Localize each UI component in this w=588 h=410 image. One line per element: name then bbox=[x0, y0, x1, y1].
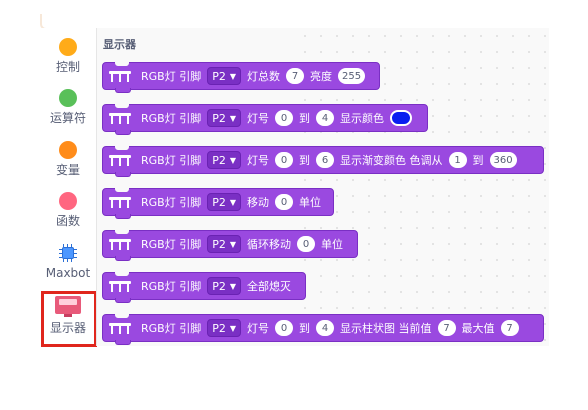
block-label: 到 bbox=[299, 112, 311, 125]
current-value-input[interactable]: 7 bbox=[437, 320, 456, 336]
start-led-input[interactable]: 0 bbox=[275, 110, 294, 126]
block-label: 显示柱状图 当前值 bbox=[340, 322, 432, 335]
pin-dropdown[interactable]: P2 ▼ bbox=[207, 67, 242, 85]
variables-dot-icon bbox=[59, 141, 77, 159]
operators-dot-icon bbox=[59, 89, 77, 107]
category-maxbot[interactable]: Maxbot bbox=[40, 244, 96, 280]
pin-dropdown[interactable]: P2 ▼ bbox=[207, 193, 242, 211]
led-strip-icon bbox=[109, 237, 131, 251]
led-strip-icon bbox=[109, 69, 131, 83]
block-label: 循环移动 bbox=[247, 238, 292, 251]
category-functions[interactable]: 函数 bbox=[40, 192, 96, 228]
chip-icon bbox=[59, 244, 77, 262]
block-label: 灯号 bbox=[247, 112, 270, 125]
hue-to-input[interactable]: 360 bbox=[489, 152, 517, 168]
block-label: 显示颜色 bbox=[340, 112, 385, 125]
pin-dropdown[interactable]: P2 ▼ bbox=[207, 109, 242, 127]
rgb-set-count-brightness-block[interactable]: RGB灯 引脚 P2 ▼ 灯总数 7 亮度 255 bbox=[102, 62, 380, 93]
block-label: RGB灯 引脚 bbox=[141, 322, 202, 335]
block-label: 灯总数 bbox=[247, 70, 281, 83]
rotate-amount-input[interactable]: 0 bbox=[297, 236, 316, 252]
led-strip-icon bbox=[109, 111, 131, 125]
block-label: RGB灯 引脚 bbox=[141, 280, 202, 293]
block-label: 到 bbox=[299, 154, 311, 167]
rgb-clear-block[interactable]: RGB灯 引脚 P2 ▼ 全部熄灭 bbox=[102, 272, 306, 303]
category-label: 控制 bbox=[55, 60, 80, 74]
selected-category-highlight bbox=[41, 291, 97, 347]
pin-dropdown[interactable]: P2 ▼ bbox=[207, 277, 242, 295]
count-input[interactable]: 7 bbox=[286, 68, 305, 84]
palette-heading: 显示器 bbox=[103, 38, 136, 51]
block-label: 最大值 bbox=[461, 322, 495, 335]
block-label: RGB灯 引脚 bbox=[141, 154, 202, 167]
block-label: 单位 bbox=[299, 196, 322, 209]
block-label: 灯号 bbox=[247, 154, 270, 167]
brightness-input[interactable]: 255 bbox=[338, 68, 366, 84]
functions-dot-icon bbox=[59, 192, 77, 210]
led-strip-icon bbox=[109, 195, 131, 209]
color-swatch-picker[interactable] bbox=[390, 110, 413, 126]
pin-dropdown[interactable]: P2 ▼ bbox=[207, 151, 242, 169]
led-strip-icon bbox=[109, 321, 131, 335]
block-label: 亮度 bbox=[310, 70, 333, 83]
block-label: RGB灯 引脚 bbox=[141, 112, 202, 125]
rgb-gradient-block[interactable]: RGB灯 引脚 P2 ▼ 灯号 0 到 6 显示渐变颜色 色调从 1 到 360 bbox=[102, 146, 544, 177]
end-led-input[interactable]: 4 bbox=[316, 110, 335, 126]
rgb-shift-block[interactable]: RGB灯 引脚 P2 ▼ 移动 0 单位 bbox=[102, 188, 334, 219]
block-label: 到 bbox=[299, 322, 311, 335]
block-label: 显示渐变颜色 色调从 bbox=[340, 154, 443, 167]
start-led-input[interactable]: 0 bbox=[275, 152, 294, 168]
block-label: 灯号 bbox=[247, 322, 270, 335]
block-label: 到 bbox=[472, 154, 484, 167]
hue-from-input[interactable]: 1 bbox=[448, 152, 467, 168]
led-strip-icon bbox=[109, 153, 131, 167]
start-led-input[interactable]: 0 bbox=[275, 320, 294, 336]
rgb-rotate-block[interactable]: RGB灯 引脚 P2 ▼ 循环移动 0 单位 bbox=[102, 230, 358, 261]
end-led-input[interactable]: 4 bbox=[316, 320, 335, 336]
category-control[interactable]: 控制 bbox=[40, 38, 96, 74]
block-label: 单位 bbox=[321, 238, 344, 251]
shift-amount-input[interactable]: 0 bbox=[275, 194, 294, 210]
pin-dropdown[interactable]: P2 ▼ bbox=[207, 319, 242, 337]
control-dot-icon bbox=[59, 38, 77, 56]
category-label: 函数 bbox=[55, 214, 80, 228]
category-operators[interactable]: 运算符 bbox=[40, 89, 96, 125]
block-label: RGB灯 引脚 bbox=[141, 238, 202, 251]
led-strip-icon bbox=[109, 279, 131, 293]
max-value-input[interactable]: 7 bbox=[500, 320, 519, 336]
block-label: RGB灯 引脚 bbox=[141, 196, 202, 209]
category-label: 运算符 bbox=[49, 111, 86, 125]
rgb-set-color-block[interactable]: RGB灯 引脚 P2 ▼ 灯号 0 到 4 显示颜色 bbox=[102, 104, 428, 135]
block-label: 移动 bbox=[247, 196, 270, 209]
pin-dropdown[interactable]: P2 ▼ bbox=[207, 235, 242, 253]
end-led-input[interactable]: 6 bbox=[316, 152, 335, 168]
rgb-bar-graph-block[interactable]: RGB灯 引脚 P2 ▼ 灯号 0 到 4 显示柱状图 当前值 7 最大值 7 bbox=[102, 314, 544, 345]
category-label: Maxbot bbox=[45, 266, 91, 280]
block-label: 全部熄灭 bbox=[247, 280, 292, 293]
category-variables[interactable]: 变量 bbox=[40, 141, 96, 177]
category-label: 变量 bbox=[55, 163, 80, 177]
block-label: RGB灯 引脚 bbox=[141, 70, 202, 83]
